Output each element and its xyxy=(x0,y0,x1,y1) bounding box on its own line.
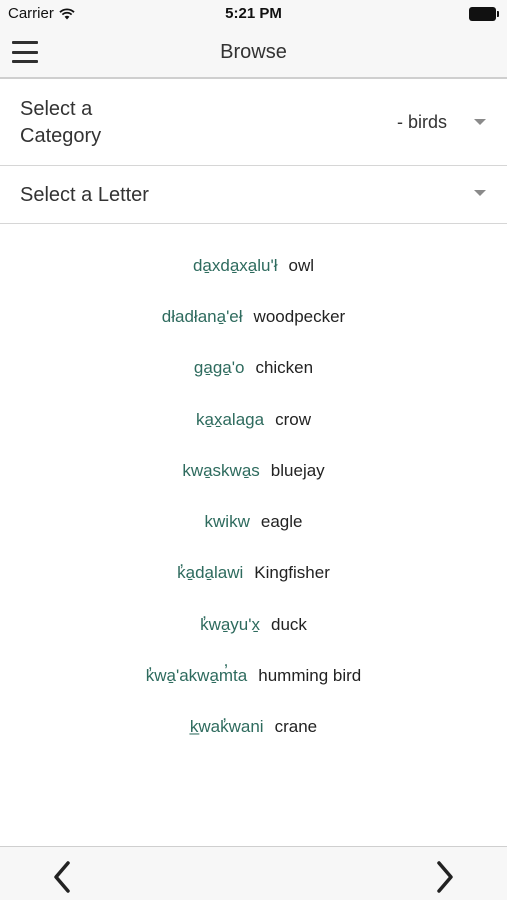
letter-select-label: Select a Letter xyxy=(20,184,149,206)
word-native: kwa̱skwa̱s xyxy=(182,460,260,480)
list-item[interactable]: ka̱x̱alaga crow xyxy=(0,394,507,445)
status-bar: Carrier 5:21 PM xyxy=(0,0,507,28)
word-native: k̓a̱da̱lawi xyxy=(177,563,244,583)
word-list: da̱xda̱xa̱lu'ł owl dładłana̱'eł woodpecker… xyxy=(0,240,507,753)
word-english: owl xyxy=(288,255,315,275)
word-native: dładłana̱'eł xyxy=(161,306,243,326)
word-native: ka̱x̱alaga xyxy=(196,409,265,429)
list-item[interactable]: k̓a̱da̱lawi Kingfisher xyxy=(0,548,507,599)
letter-select[interactable]: Select a Letter xyxy=(0,166,507,224)
word-native: k̓wa̱'akwa̱m̓ta xyxy=(145,666,248,686)
word-english: crow xyxy=(275,409,311,429)
word-native: ga̱ga̱'o xyxy=(193,358,245,378)
list-item[interactable]: k̲wak̓wani crane xyxy=(0,702,507,753)
word-native: kwikw xyxy=(204,512,250,532)
word-english: bluejay xyxy=(270,460,325,480)
list-item[interactable]: kwa̱skwa̱s bluejay xyxy=(0,445,507,496)
dropdown-caret-icon xyxy=(474,119,486,125)
battery-icon xyxy=(469,7,499,21)
status-time: 5:21 PM xyxy=(225,5,282,22)
category-select-label: Select a Category xyxy=(20,98,102,147)
dropdown-caret-icon xyxy=(474,190,486,196)
word-native: k̓wa̱yu'x̱ xyxy=(200,614,260,634)
word-english: woodpecker xyxy=(253,306,346,326)
word-english: humming bird xyxy=(258,666,362,686)
category-select-value: - birds xyxy=(396,112,447,132)
list-item[interactable]: kwikw eagle xyxy=(0,496,507,547)
word-english: eagle xyxy=(260,512,303,532)
list-item[interactable]: ga̱ga̱'o chicken xyxy=(0,343,507,394)
list-item[interactable]: da̱xda̱xa̱lu'ł owl xyxy=(0,240,507,291)
word-english: duck xyxy=(271,614,307,634)
word-english: Kingfisher xyxy=(254,563,330,583)
category-select[interactable]: Select a Category - birds xyxy=(0,81,507,166)
bottom-toolbar xyxy=(0,846,507,900)
chevron-left-icon[interactable] xyxy=(48,859,78,895)
word-english: crane xyxy=(274,717,318,737)
list-item[interactable]: dładłana̱'eł woodpecker xyxy=(0,291,507,342)
word-english: chicken xyxy=(255,358,314,378)
list-item[interactable]: k̓wa̱yu'x̱ duck xyxy=(0,599,507,650)
page-title: Browse xyxy=(220,41,287,63)
word-native: da̱xda̱xa̱lu'ł xyxy=(192,255,278,275)
word-native: k̲wak̓wani xyxy=(189,717,264,737)
nav-bar: Browse xyxy=(0,28,507,79)
chevron-right-icon[interactable] xyxy=(429,859,459,895)
list-item[interactable]: k̓wa̱'akwa̱m̓ta humming bird xyxy=(0,650,507,701)
